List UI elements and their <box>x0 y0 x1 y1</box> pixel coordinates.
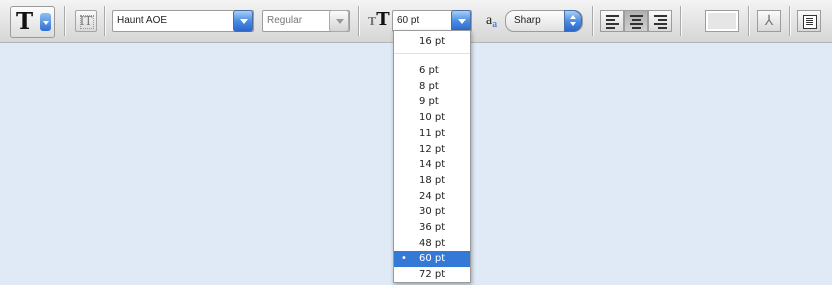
align-center-button[interactable] <box>624 10 648 32</box>
font-size-icon: TT <box>368 9 390 30</box>
menu-item-size[interactable]: 9 pt <box>394 94 470 110</box>
menu-item-label: 6 pt <box>419 65 439 76</box>
character-paragraph-panels-button[interactable] <box>797 10 821 32</box>
toolbar-divider <box>104 6 105 36</box>
font-family-select[interactable]: Haunt AOE <box>112 10 254 32</box>
menu-item-size[interactable]: 72 pt <box>394 267 470 283</box>
warp-text-button[interactable]: ⅄ <box>757 10 781 32</box>
font-size-select[interactable]: 60 pt <box>392 10 472 32</box>
menu-item-size[interactable]: 48 pt <box>394 236 470 252</box>
menu-item-label: 60 pt <box>419 253 446 265</box>
menu-item-size[interactable]: • 60 pt <box>394 251 470 268</box>
align-center-icon <box>630 15 643 31</box>
menu-item-label: 48 pt <box>419 237 446 249</box>
menu-item-label: 24 pt <box>419 190 446 202</box>
updown-arrows-icon[interactable] <box>564 10 582 32</box>
align-right-button[interactable] <box>648 10 672 32</box>
font-style-select[interactable]: Regular <box>262 10 350 32</box>
menu-separator <box>394 53 470 54</box>
font-size-value: 60 pt <box>397 15 420 26</box>
menu-item-current[interactable]: 16 pt <box>394 34 470 50</box>
menu-item-label: 11 pt <box>419 127 446 139</box>
chevron-down-icon[interactable] <box>233 10 253 32</box>
menu-item-label: 30 pt <box>419 206 446 218</box>
menu-item-label: 9 pt <box>419 96 439 108</box>
align-left-icon <box>606 15 619 31</box>
align-left-button[interactable] <box>600 10 624 32</box>
toggle-orientation-button[interactable]: IT <box>75 10 97 32</box>
font-family-value: Haunt AOE <box>117 15 168 26</box>
toolbar-divider <box>358 6 359 36</box>
orientation-icon: IT <box>79 14 93 28</box>
menu-item-label: 8 pt <box>419 80 439 92</box>
menu-item-label: 10 pt <box>419 112 446 124</box>
anti-alias-value: Sharp <box>514 15 541 26</box>
warp-text-icon: ⅄ <box>764 13 774 29</box>
chevron-down-icon[interactable] <box>40 13 51 31</box>
chevron-down-icon[interactable] <box>451 10 471 32</box>
anti-alias-select[interactable]: Sharp <box>505 10 583 32</box>
anti-alias-icon: aa <box>486 13 498 30</box>
font-style-value: Regular <box>267 15 303 26</box>
menu-item-label: 12 pt <box>419 143 446 155</box>
toolbar-divider <box>789 6 790 36</box>
menu-item-size[interactable]: 10 pt <box>394 110 470 126</box>
menu-item-size[interactable]: 18 pt <box>394 173 470 189</box>
menu-item-size[interactable]: 14 pt <box>394 157 470 173</box>
menu-item-size[interactable]: 30 pt <box>394 204 470 220</box>
menu-item-size[interactable]: 36 pt <box>394 220 470 236</box>
text-color-swatch[interactable] <box>705 10 739 32</box>
toolbar-divider <box>748 6 749 36</box>
toolbar-divider <box>592 6 593 36</box>
type-tool-icon: T <box>16 8 34 35</box>
font-size-menu: 16 pt 6 pt 8 pt 9 pt 10 pt 11 pt 12 pt 14 pt 18… <box>393 30 471 283</box>
menu-item-size[interactable]: 11 pt <box>394 126 470 142</box>
menu-item-size[interactable]: 8 pt <box>394 79 470 95</box>
menu-item-size[interactable]: 6 pt <box>394 63 470 79</box>
tool-preset-picker[interactable]: T <box>10 6 55 38</box>
menu-item-size[interactable]: 24 pt <box>394 189 470 205</box>
toolbar-divider <box>680 6 681 36</box>
align-right-icon <box>654 15 667 31</box>
selected-check-icon: • <box>401 253 407 265</box>
menu-item-size[interactable]: 12 pt <box>394 142 470 158</box>
menu-item-label: 14 pt <box>419 159 446 171</box>
menu-item-label: 72 pt <box>419 269 446 281</box>
menu-item-label: 36 pt <box>419 222 446 233</box>
menu-item-label: 18 pt <box>419 174 446 186</box>
chevron-down-icon[interactable] <box>329 10 349 32</box>
toolbar-divider <box>64 6 65 36</box>
